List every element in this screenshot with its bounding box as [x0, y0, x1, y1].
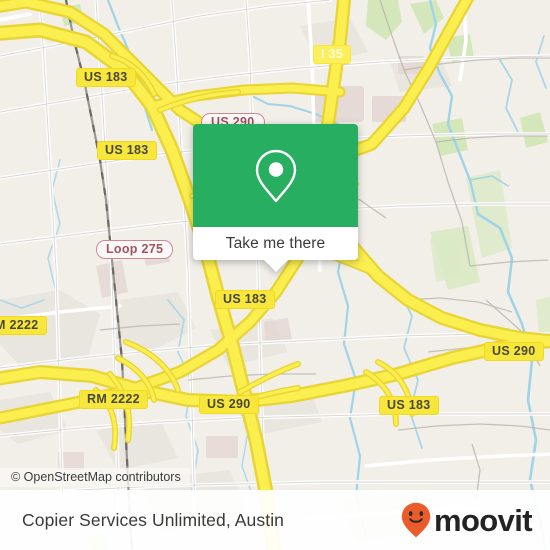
road-shield-rm2222: RM 2222: [79, 390, 148, 409]
map-screen: I 35 US 183 US 183 US 290 Loop 275 US 18…: [0, 0, 550, 550]
road-shield-loop275: Loop 275: [96, 240, 174, 259]
take-me-there-label: Take me there: [225, 234, 326, 252]
popup-tail: [263, 259, 289, 272]
popup-icon-area: [193, 124, 358, 227]
place-title: Copier Services Unlimited, Austin: [22, 509, 285, 530]
moovit-logo[interactable]: moovit: [401, 502, 533, 538]
bottom-bar: Copier Services Unlimited, Austin moovit: [0, 490, 550, 550]
road-shield-us183-upper: US 183: [97, 141, 157, 160]
road-shield-us290-right: US 290: [484, 342, 544, 361]
road-shield-rm2222-left: M 2222: [0, 316, 47, 335]
road-shield-us183-mid: US 183: [215, 290, 275, 309]
road-shield-i35: I 35: [313, 45, 352, 64]
road-shield-us183-north: US 183: [76, 68, 136, 87]
moovit-smiley-pin-icon: [401, 502, 431, 538]
location-popup[interactable]: Take me there: [193, 124, 358, 272]
osm-attribution[interactable]: © OpenStreetMap contributors: [0, 468, 190, 487]
map-pin-icon: [255, 149, 296, 202]
road-shield-us183-south: US 183: [379, 396, 439, 415]
road-shield-us290: US 290: [199, 395, 259, 414]
moovit-wordmark: moovit: [433, 502, 533, 538]
take-me-there-button[interactable]: Take me there: [193, 227, 358, 260]
